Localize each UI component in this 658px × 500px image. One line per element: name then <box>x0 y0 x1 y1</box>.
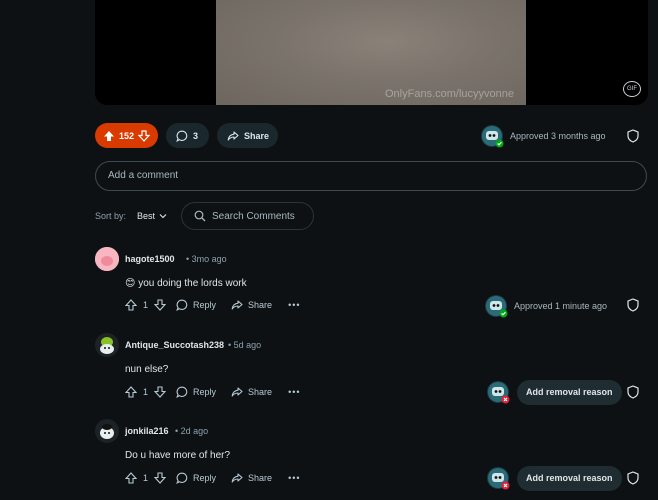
sort-dropdown[interactable]: Best <box>137 211 167 221</box>
downvote-icon[interactable] <box>154 299 167 311</box>
gif-badge: GIF <box>623 81 641 97</box>
post-vote-pill: 152 <box>95 123 158 148</box>
comment-time-value: 3mo ago <box>191 254 227 264</box>
share-icon <box>227 130 239 142</box>
sort-label: Sort by: <box>95 211 127 221</box>
share-label: Share <box>248 387 273 397</box>
post-comments-button[interactable]: 3 <box>166 123 209 148</box>
mod-shield-icon[interactable] <box>626 129 640 143</box>
downvote-icon[interactable] <box>138 129 151 142</box>
comment-time: • 5d ago <box>228 340 262 350</box>
comment-actions: 1 Reply Share ••• <box>125 472 301 484</box>
comment-time-value: 2d ago <box>180 426 209 436</box>
more-options-icon[interactable]: ••• <box>288 473 300 483</box>
emoji: 😊 <box>125 278 136 289</box>
comment-actions: 1 Reply Share ••• <box>125 386 301 398</box>
share-button[interactable]: Share <box>231 472 272 484</box>
mod-shield-icon[interactable] <box>626 385 640 399</box>
add-removal-reason-button[interactable]: Add removal reason <box>517 466 622 491</box>
downvote-icon[interactable] <box>154 472 167 484</box>
user-avatar[interactable] <box>95 247 119 271</box>
upvote-icon[interactable] <box>103 130 115 142</box>
comment-author[interactable]: hagote1500 <box>125 254 175 264</box>
upvote-count: 152 <box>119 130 135 141</box>
more-options-icon[interactable]: ••• <box>288 300 300 310</box>
comment-score: 1 <box>143 300 149 310</box>
reply-button[interactable]: Reply <box>176 472 216 484</box>
reply-button[interactable]: Reply <box>176 386 216 398</box>
share-label: Share <box>248 300 273 310</box>
post-share-button[interactable]: Share <box>217 123 278 148</box>
chevron-down-icon <box>159 212 167 220</box>
comment-text: 😊 you doing the lords work <box>125 278 247 289</box>
mod-snoo-avatar <box>481 125 504 148</box>
comment-text: nun else? <box>125 364 169 375</box>
reply-label: Reply <box>193 473 217 483</box>
mod-snoo-avatar <box>487 467 510 490</box>
comment-score: 1 <box>143 473 149 483</box>
mod-snoo-avatar <box>485 295 508 318</box>
share-button[interactable]: Share <box>231 386 272 398</box>
comment-count: 3 <box>193 130 199 141</box>
more-options-icon[interactable]: ••• <box>288 387 300 397</box>
comment-time: • 2d ago <box>175 426 209 436</box>
user-avatar[interactable] <box>95 419 119 443</box>
add-comment-input[interactable]: Add a comment <box>95 161 647 191</box>
reply-icon <box>176 299 188 311</box>
sort-value: Best <box>137 211 156 221</box>
mod-shield-icon[interactable] <box>626 298 640 312</box>
comment-author[interactable]: jonkila216 <box>125 426 169 436</box>
image-watermark: OnlyFans.com/lucyyvonne <box>385 88 514 100</box>
reply-label: Reply <box>193 387 217 397</box>
comment-approved-status: Approved 1 minute ago <box>514 301 608 311</box>
reply-button[interactable]: Reply <box>176 299 216 311</box>
comment-time: • 3mo ago <box>186 254 227 264</box>
user-avatar[interactable] <box>95 333 119 357</box>
share-button[interactable]: Share <box>231 299 272 311</box>
post-approved-status: Approved 3 months ago <box>510 131 606 141</box>
comment-body: you doing the lords work <box>138 278 247 289</box>
downvote-icon[interactable] <box>154 386 167 398</box>
share-icon <box>231 300 243 310</box>
reply-icon <box>176 472 188 484</box>
upvote-icon[interactable] <box>125 386 137 398</box>
upvote-icon[interactable] <box>125 299 137 311</box>
post-media[interactable]: OnlyFans.com/lucyyvonne GIF <box>95 0 648 105</box>
comment-author[interactable]: Antique_Succotash238 <box>125 340 224 350</box>
comment-icon <box>176 130 188 142</box>
comment-actions: 1 Reply Share ••• <box>125 299 301 311</box>
comment-text: Do u have more of her? <box>125 450 231 461</box>
comment-time-value: 5d ago <box>233 340 262 350</box>
share-label: Share <box>244 130 270 141</box>
comment-score: 1 <box>143 387 149 397</box>
share-icon <box>231 387 243 397</box>
add-removal-reason-button[interactable]: Add removal reason <box>517 380 622 405</box>
mod-snoo-avatar <box>487 381 510 404</box>
mod-shield-icon[interactable] <box>626 471 640 485</box>
search-comments-input[interactable]: Search Comments <box>181 202 314 230</box>
search-icon <box>194 210 206 222</box>
share-icon <box>231 473 243 483</box>
reply-icon <box>176 386 188 398</box>
search-placeholder: Search Comments <box>212 210 295 222</box>
share-label: Share <box>248 473 273 483</box>
reply-label: Reply <box>193 300 217 310</box>
upvote-icon[interactable] <box>125 472 137 484</box>
